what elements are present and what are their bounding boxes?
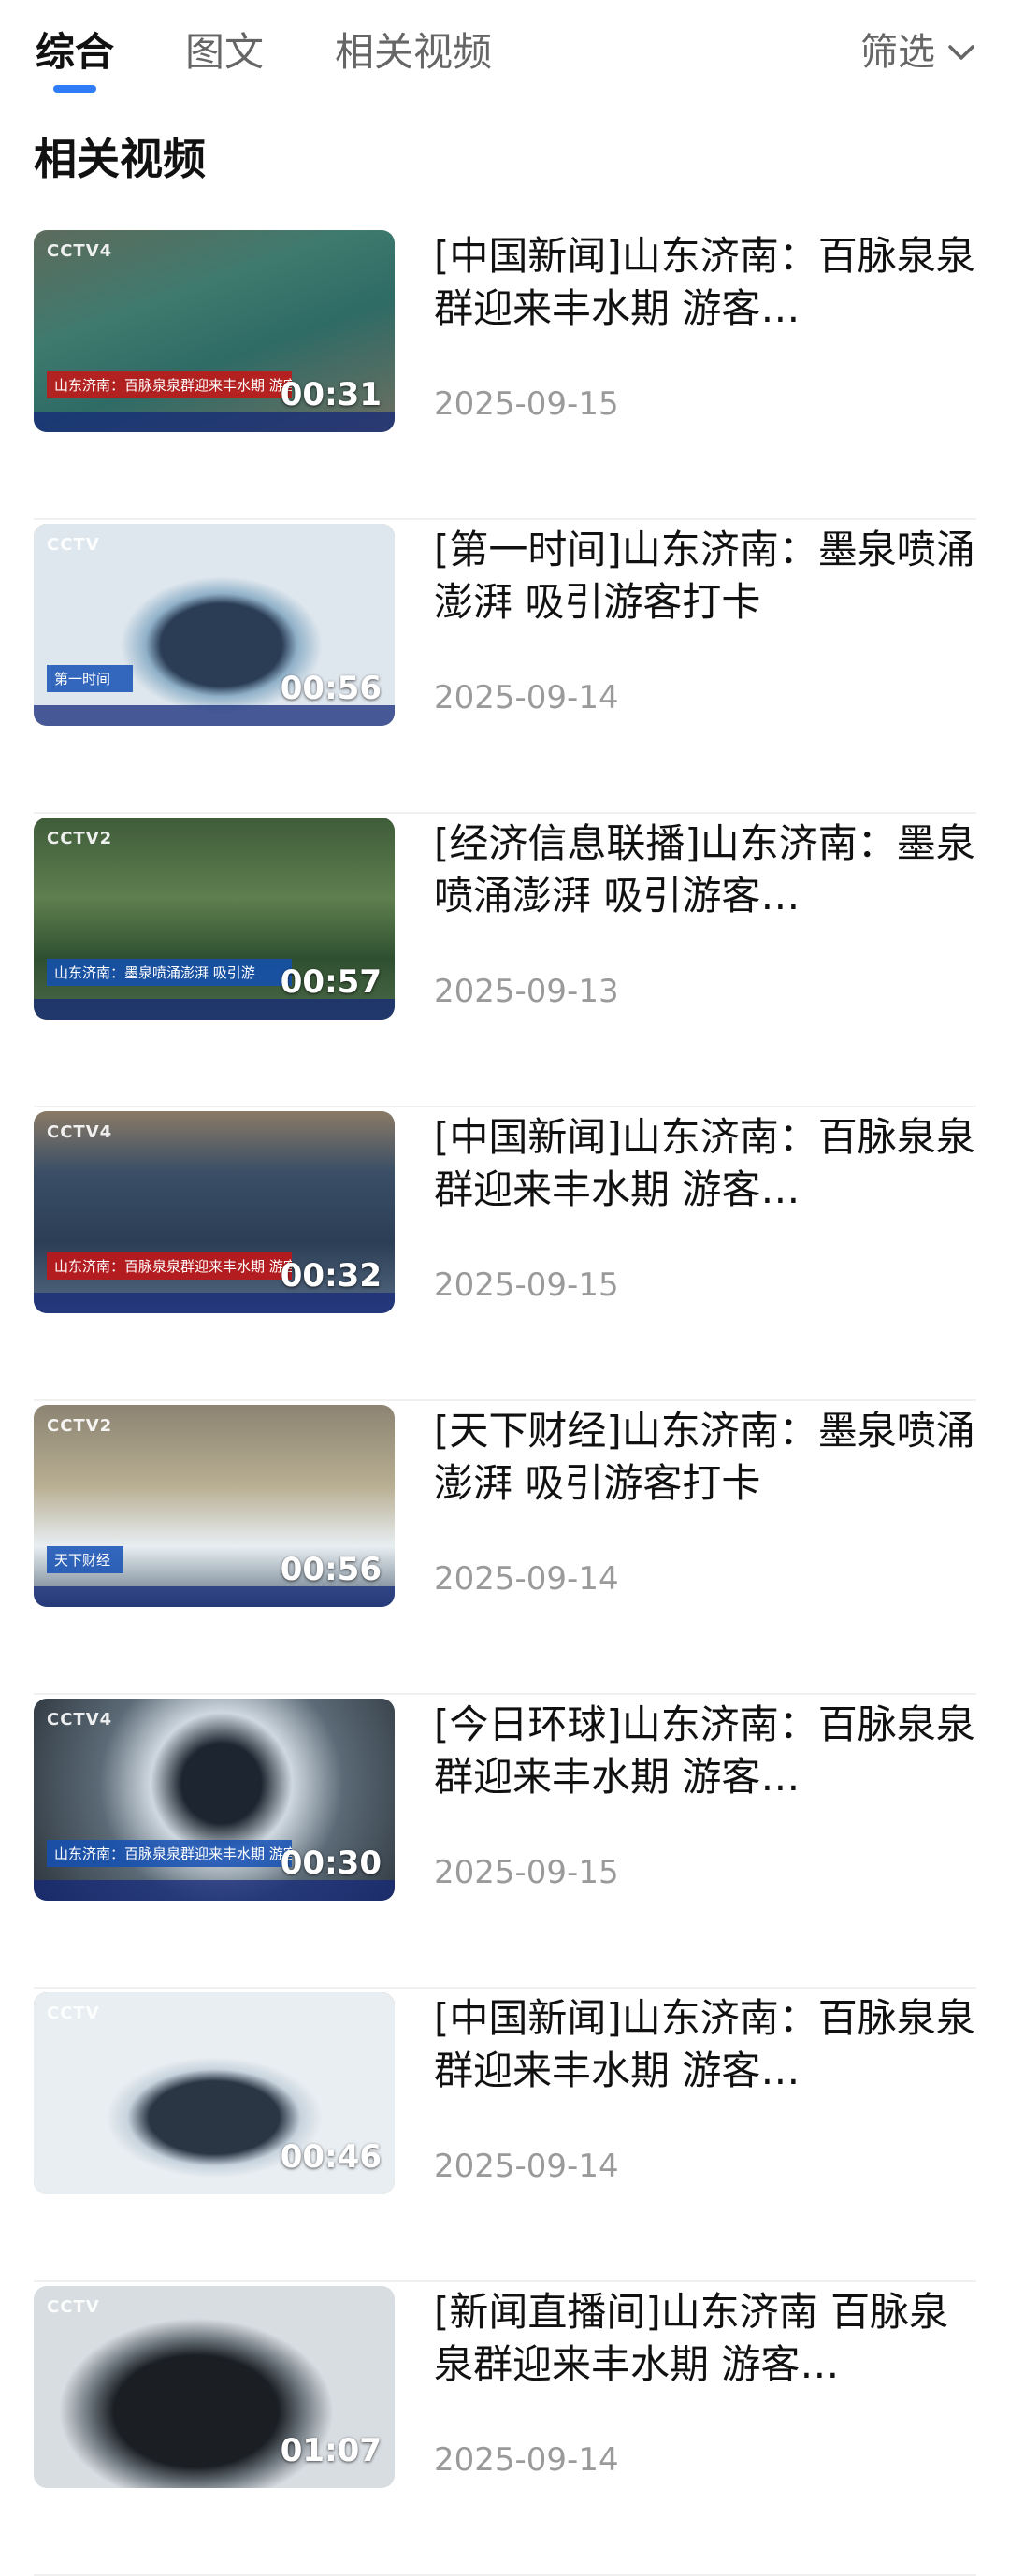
video-duration: 00:32 <box>280 1257 382 1295</box>
video-duration: 01:07 <box>280 2432 382 2469</box>
channel-logo: CCTV4 <box>47 1710 113 1729</box>
chevron-down-icon <box>948 45 974 60</box>
channel-logo: CCTV4 <box>47 241 113 261</box>
video-duration: 00:30 <box>280 1845 382 1882</box>
video-date: 2025-09-15 <box>434 1854 619 1891</box>
video-date: 2025-09-14 <box>434 1560 619 1598</box>
video-duration: 00:56 <box>280 1551 382 1588</box>
video-date: 2025-09-15 <box>434 1266 619 1304</box>
channel-logo: CCTV2 <box>47 1416 113 1436</box>
video-title[interactable]: [经济信息联播]山东济南：墨泉喷涌澎湃 吸引游客… <box>434 818 976 922</box>
tab-related-videos[interactable]: 相关视频 <box>335 26 492 79</box>
tab-comprehensive[interactable]: 综合 <box>36 26 114 79</box>
filter-button[interactable]: 筛选 <box>860 26 978 79</box>
video-item[interactable]: CCTV2 山东济南：墨泉喷涌澎湃 吸引游 00:57 [经济信息联播]山东济南… <box>0 814 1010 1107</box>
channel-logo: CCTV2 <box>47 829 113 848</box>
video-item[interactable]: CCTV4 山东济南：百脉泉泉群迎来丰水期 游客打卡 00:32 [中国新闻]山… <box>0 1107 1010 1401</box>
thumbnail-caption: 山东济南：百脉泉泉群迎来丰水期 游客打卡 <box>47 1252 292 1280</box>
section-title: 相关视频 <box>34 134 206 184</box>
video-title[interactable]: [天下财经]山东济南：墨泉喷涌澎湃 吸引游客打卡 <box>434 1405 976 1510</box>
filter-label: 筛选 <box>860 31 935 74</box>
video-item[interactable]: CCTV 第一时间 00:56 [第一时间]山东济南：墨泉喷涌澎湃 吸引游客打卡… <box>0 520 1010 814</box>
thumbnail-caption: 山东济南：百脉泉泉群迎来丰水期 游客打卡 <box>47 1840 292 1867</box>
channel-logo: CCTV <box>47 535 100 555</box>
video-thumbnail[interactable]: CCTV 00:46 <box>34 1992 395 2194</box>
video-list: CCTV4 山东济南：百脉泉泉群迎来丰水期 游客打卡 00:31 [中国新闻]山… <box>0 226 1010 2576</box>
top-tab-bar: 综合 图文 相关视频 筛选 <box>0 0 1010 103</box>
video-date: 2025-09-14 <box>434 2441 619 2479</box>
video-item[interactable]: CCTV2 天下财经 00:56 [天下财经]山东济南：墨泉喷涌澎湃 吸引游客打… <box>0 1401 1010 1695</box>
video-thumbnail[interactable]: CCTV2 山东济南：墨泉喷涌澎湃 吸引游 00:57 <box>34 818 395 1020</box>
video-thumbnail[interactable]: CCTV4 山东济南：百脉泉泉群迎来丰水期 游客打卡 00:31 <box>34 230 395 432</box>
thumbnail-caption: 山东济南：百脉泉泉群迎来丰水期 游客打卡 <box>47 371 292 398</box>
video-item[interactable]: CCTV 01:07 [新闻直播间]山东济南 百脉泉泉群迎来丰水期 游客… 20… <box>0 2282 1010 2576</box>
thumbnail-caption: 天下财经 <box>47 1546 123 1573</box>
video-thumbnail[interactable]: CCTV4 山东济南：百脉泉泉群迎来丰水期 游客打卡 00:30 <box>34 1699 395 1901</box>
video-date: 2025-09-13 <box>434 973 619 1010</box>
channel-logo: CCTV4 <box>47 1122 113 1142</box>
video-duration: 00:56 <box>280 670 382 707</box>
video-thumbnail[interactable]: CCTV2 天下财经 00:56 <box>34 1405 395 1607</box>
video-item[interactable]: CCTV4 山东济南：百脉泉泉群迎来丰水期 游客打卡 00:30 [今日环球]山… <box>0 1695 1010 1989</box>
video-title[interactable]: [今日环球]山东济南：百脉泉泉群迎来丰水期 游客… <box>434 1699 976 1803</box>
video-thumbnail[interactable]: CCTV 第一时间 00:56 <box>34 524 395 726</box>
thumbnail-caption: 山东济南：墨泉喷涌澎湃 吸引游 <box>47 959 292 986</box>
video-title[interactable]: [中国新闻]山东济南：百脉泉泉群迎来丰水期 游客… <box>434 1992 976 2097</box>
video-title[interactable]: [新闻直播间]山东济南 百脉泉泉群迎来丰水期 游客… <box>434 2286 976 2391</box>
video-date: 2025-09-14 <box>434 2148 619 2185</box>
video-date: 2025-09-15 <box>434 385 619 423</box>
channel-logo: CCTV <box>47 2297 100 2317</box>
video-duration: 00:31 <box>280 376 382 413</box>
channel-logo: CCTV <box>47 2004 100 2023</box>
video-item[interactable]: CCTV4 山东济南：百脉泉泉群迎来丰水期 游客打卡 00:31 [中国新闻]山… <box>0 226 1010 520</box>
active-tab-indicator <box>53 85 96 93</box>
video-date: 2025-09-14 <box>434 679 619 716</box>
video-thumbnail[interactable]: CCTV 01:07 <box>34 2286 395 2488</box>
video-thumbnail[interactable]: CCTV4 山东济南：百脉泉泉群迎来丰水期 游客打卡 00:32 <box>34 1111 395 1313</box>
video-title[interactable]: [中国新闻]山东济南：百脉泉泉群迎来丰水期 游客… <box>434 1111 976 1216</box>
video-title[interactable]: [中国新闻]山东济南：百脉泉泉群迎来丰水期 游客… <box>434 230 976 335</box>
video-title[interactable]: [第一时间]山东济南：墨泉喷涌澎湃 吸引游客打卡 <box>434 524 976 629</box>
tab-image-text[interactable]: 图文 <box>185 26 264 79</box>
video-duration: 00:46 <box>280 2138 382 2176</box>
thumbnail-caption: 第一时间 <box>47 665 133 692</box>
video-item[interactable]: CCTV 00:46 [中国新闻]山东济南：百脉泉泉群迎来丰水期 游客… 202… <box>0 1989 1010 2282</box>
video-duration: 00:57 <box>280 963 382 1001</box>
